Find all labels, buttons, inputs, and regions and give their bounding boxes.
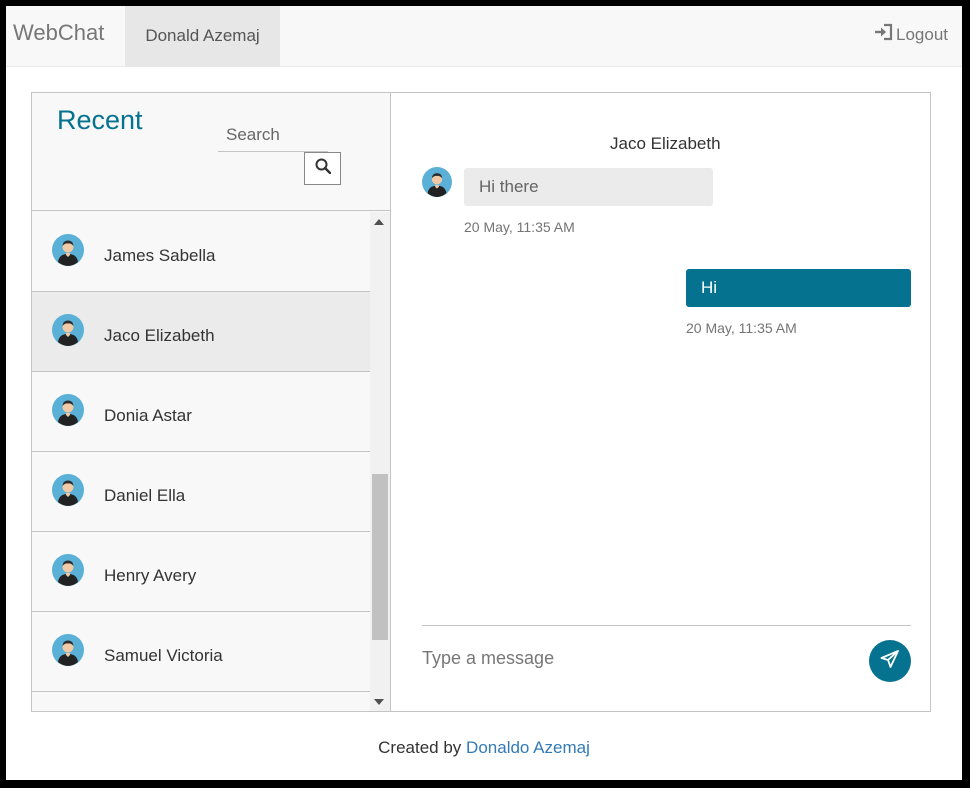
chat-contact-name: Jaco Elizabeth — [610, 134, 721, 153]
contact-item[interactable]: James Sabella — [32, 212, 370, 292]
incoming-message-time: 20 May, 11:35 AM — [464, 219, 575, 235]
message-input[interactable] — [422, 643, 842, 673]
user-avatar-icon — [52, 554, 84, 591]
paper-plane-icon — [880, 649, 900, 674]
footer: Created by Donaldo Azemaj — [6, 738, 962, 758]
search-icon — [315, 158, 331, 179]
user-avatar-icon — [52, 394, 84, 431]
footer-prefix: Created by — [378, 738, 462, 757]
logout-label: Logout — [896, 24, 948, 44]
logout-link[interactable]: Logout — [874, 23, 948, 46]
contact-list-scrollbar[interactable] — [370, 212, 390, 711]
scroll-up-arrow-icon[interactable] — [374, 219, 384, 225]
recent-title: Recent — [57, 105, 143, 135]
messaging-panel: Recent James Sabella — [31, 92, 931, 712]
contact-name: Daniel Ella — [104, 486, 186, 505]
contact-list[interactable]: James Sabella Jaco Elizabeth Donia Astar — [32, 212, 370, 711]
contact-item-active[interactable]: Jaco Elizabeth — [32, 292, 370, 372]
contact-item[interactable]: Daniel Ella — [32, 452, 370, 532]
contact-name: Jaco Elizabeth — [104, 326, 215, 345]
brand-logo[interactable]: WebChat — [13, 20, 104, 46]
outgoing-message-text: Hi — [701, 278, 718, 297]
send-button[interactable] — [869, 640, 911, 682]
contact-name: Donia Astar — [104, 406, 192, 425]
outgoing-message-time: 20 May, 11:35 AM — [686, 320, 797, 336]
contact-name: James Sabella — [104, 246, 216, 265]
recent-header: Recent — [32, 93, 390, 211]
contact-name: Samuel Victoria — [104, 646, 223, 665]
user-avatar-icon — [52, 634, 84, 671]
navbar: WebChat Donald Azemaj Logout — [6, 6, 962, 67]
nav-user-label: Donald Azemaj — [145, 26, 260, 45]
user-avatar-icon — [52, 234, 84, 271]
outgoing-message-bubble: Hi — [686, 269, 911, 307]
nav-current-user[interactable]: Donald Azemaj — [125, 6, 280, 66]
search-input[interactable] — [218, 119, 328, 152]
scroll-thumb[interactable] — [372, 474, 388, 640]
user-avatar-icon — [422, 167, 452, 202]
user-avatar-icon — [52, 474, 84, 511]
scroll-down-arrow-icon[interactable] — [374, 699, 384, 705]
contact-name: Henry Avery — [104, 566, 197, 585]
contact-item[interactable]: Henry Avery — [32, 532, 370, 612]
incoming-message-bubble: Hi there — [464, 168, 713, 206]
incoming-message-text: Hi there — [479, 177, 539, 196]
recent-sidebar: Recent James Sabella — [32, 93, 391, 711]
contact-item[interactable]: Samuel Victoria — [32, 612, 370, 692]
user-avatar-icon — [52, 314, 84, 351]
app-window: WebChat Donald Azemaj Logout Recent Sear… — [6, 6, 962, 780]
compose-divider — [422, 625, 911, 626]
search-button[interactable] — [304, 152, 341, 185]
contact-item[interactable]: Donia Astar — [32, 372, 370, 452]
author-link[interactable]: Donaldo Azemaj — [466, 738, 590, 757]
sign-in-icon — [874, 23, 894, 46]
